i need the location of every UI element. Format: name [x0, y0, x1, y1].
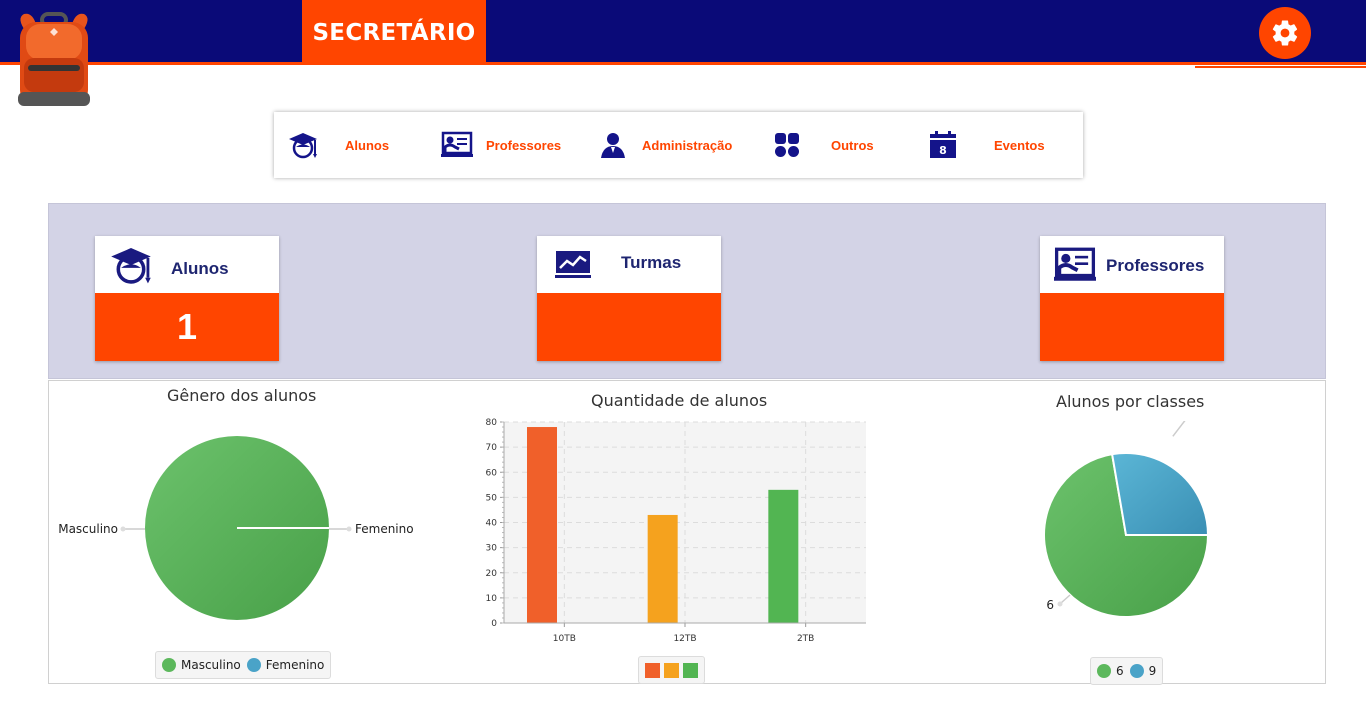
nav-item-administracao[interactable]: Administração: [596, 112, 732, 178]
nav-label-alunos: Alunos: [345, 137, 390, 153]
nav-label-eventos: Eventos: [994, 137, 1045, 153]
page-title-tab[interactable]: SECRETÁRIO: [302, 0, 486, 65]
graduate-icon: [111, 247, 151, 284]
legend-item-6: 6: [1097, 664, 1124, 678]
top-bar: SECRETÁRIO: [0, 0, 1366, 65]
label-leader-dot: [120, 526, 126, 532]
gear-icon: [1272, 20, 1298, 46]
legend-label: Femenino: [265, 658, 325, 672]
pie-label-femenino: Femenino: [355, 522, 414, 536]
nav-label-administracao: Administração: [642, 137, 733, 153]
bar-10tb[interactable]: [527, 427, 557, 623]
legend-quantidade: [638, 656, 705, 684]
stat-value: 1: [95, 293, 279, 361]
pie-chart-genero: Masculino Femenino: [58, 436, 414, 620]
teacher-board-icon: [440, 128, 474, 162]
legend-swatch: [1097, 664, 1111, 678]
legend-item-femenino: Femenino: [246, 658, 325, 672]
legend-classes: 6 9: [1090, 657, 1164, 685]
header-accent-line: [1195, 66, 1366, 68]
label-leader-dot: [346, 526, 352, 532]
legend-label: 6: [1116, 664, 1124, 678]
stat-card-turmas[interactable]: Turmas: [537, 236, 721, 361]
backpack-icon: [18, 12, 90, 106]
legend-swatch: [246, 658, 261, 672]
label-leader-9: [1172, 421, 1186, 437]
nav-item-outros[interactable]: Outros: [770, 112, 874, 178]
stat-title: Professores: [1106, 255, 1205, 275]
nav-label-professores: Professores: [486, 137, 562, 153]
teacher-board-icon: [1054, 247, 1096, 281]
settings-button[interactable]: [1259, 7, 1311, 59]
stat-value: [1040, 293, 1224, 361]
y-tick-label: 10: [486, 594, 498, 604]
legend-label: 9: [1148, 664, 1157, 678]
y-tick-label: 70: [486, 443, 498, 453]
y-tick-label: 40: [486, 519, 498, 529]
label-leader-6: [1060, 594, 1071, 604]
legend-swatch: [645, 662, 660, 678]
nav-item-alunos[interactable]: Alunos: [286, 112, 389, 178]
pie-slice-9[interactable]: [1110, 452, 1210, 536]
nav-item-professores[interactable]: Professores: [440, 112, 561, 178]
y-tick-label: 0: [491, 619, 497, 629]
x-tick-label: 2TB: [797, 634, 814, 644]
graduate-icon: [286, 128, 320, 162]
y-tick-label: 30: [486, 544, 498, 554]
legend-item-9: 9: [1129, 664, 1157, 678]
bar-chart-quantidade: 0 10 20 30 40 50 60 70 80 10TB 12TB 2TB: [486, 418, 866, 644]
chart-title-classes: Alunos por classes: [1056, 392, 1205, 411]
label-leader-dot: [1057, 601, 1063, 607]
y-tick-label: 80: [486, 418, 498, 428]
backpack-logo: [12, 10, 96, 110]
pie-label-6: 6: [1046, 598, 1054, 612]
app-window: SECRETÁRIO Alunos Professores Administra…: [0, 0, 1366, 706]
stat-title: Turmas: [621, 252, 682, 272]
stat-card-header: Turmas: [537, 236, 721, 293]
legend-label: Masculino: [181, 658, 241, 672]
x-tick-label: 12TB: [673, 634, 696, 644]
bar-2tb[interactable]: [768, 489, 799, 623]
y-tick-label: 60: [486, 468, 498, 478]
chart-title-quantidade: Quantidade de alunos: [591, 391, 768, 410]
calendar-icon: 8: [926, 128, 960, 162]
stats-band: Alunos 1 Turmas Professores: [48, 203, 1326, 379]
stat-value: [537, 293, 721, 361]
y-tick-label: 50: [486, 493, 498, 503]
user-icon: [596, 128, 630, 162]
stat-card-professores[interactable]: Professores: [1040, 236, 1224, 361]
bar-12tb[interactable]: [647, 514, 678, 623]
stat-card-alunos[interactable]: Alunos 1: [95, 236, 279, 361]
legend-swatch: [162, 658, 176, 672]
y-tick-label: 20: [486, 569, 498, 579]
legend-swatch: [1129, 664, 1144, 678]
nav-menu: Alunos Professores Administração Outros …: [274, 112, 1083, 178]
nav-item-eventos[interactable]: 8 Eventos: [926, 112, 1045, 178]
pie-label-masculino: Masculino: [58, 522, 118, 536]
legend-genero: Masculino Femenino: [155, 651, 332, 679]
legend-swatch: [683, 662, 698, 678]
stat-title: Alunos: [171, 258, 229, 278]
legend-swatch: [664, 662, 679, 678]
stat-card-header: Alunos: [95, 236, 279, 293]
stat-card-header: Professores: [1040, 236, 1224, 293]
nav-label-outros: Outros: [831, 137, 874, 153]
chart-board-icon: [555, 250, 591, 278]
shapes-icon: [770, 128, 804, 162]
x-tick-label: 10TB: [553, 634, 576, 644]
chart-title-genero: Gênero dos alunos: [167, 386, 317, 405]
charts-panel: Gênero dos alunos Masculino Femenino Masc…: [48, 380, 1326, 685]
calendar-day-text: 8: [939, 144, 947, 157]
pie-chart-classes: 96: [1043, 421, 1210, 618]
legend-item-masculino: Masculino: [162, 658, 241, 672]
